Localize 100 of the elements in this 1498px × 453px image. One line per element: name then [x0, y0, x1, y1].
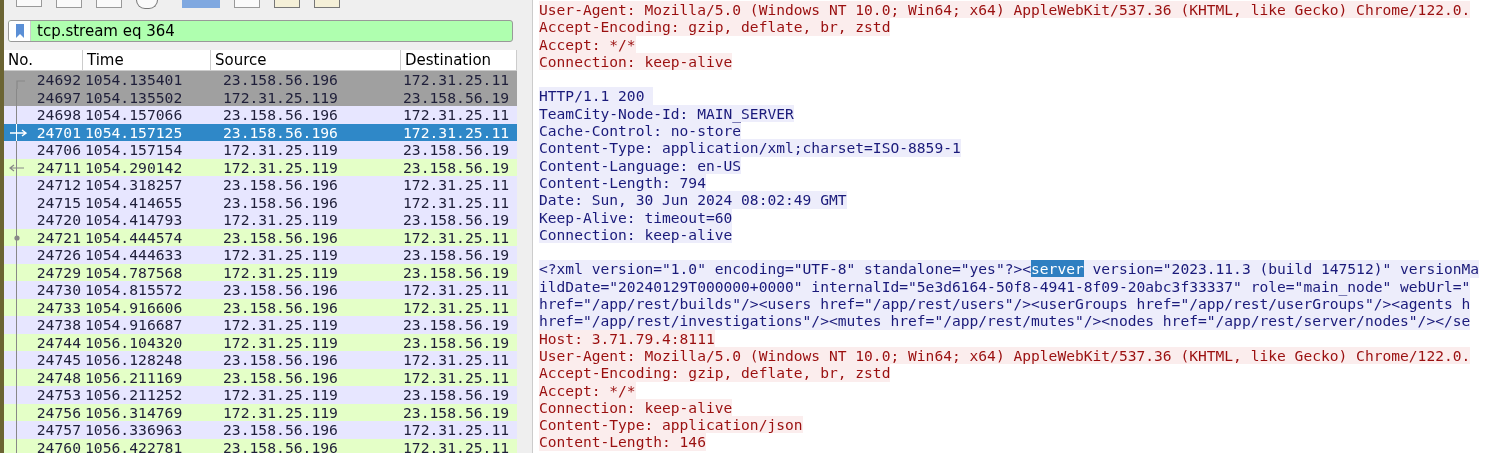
table-cell: 172.31.25.11 — [403, 71, 510, 88]
toolbar-icon[interactable] — [136, 0, 158, 9]
table-cell: 1054.290142 — [85, 158, 183, 176]
table-cell: 24738 — [36, 316, 81, 333]
table-cell: 1054.135502 — [85, 88, 183, 106]
table-cell: 24733 — [36, 298, 81, 316]
table-cell: 24744 — [36, 333, 81, 351]
splitter[interactable] — [517, 0, 533, 453]
table-cell: 23.158.56.19 — [403, 158, 510, 176]
table-cell: 172.31.25.11 — [403, 421, 510, 438]
table-cell: 172.31.25.11 — [403, 281, 510, 298]
toolbar-icon[interactable] — [56, 0, 82, 8]
packet-row[interactable]: 24698 1054.157066 23.158.56.196 172.31.25.11 — [4, 106, 517, 124]
table-cell: 24748 — [36, 368, 81, 386]
table-cell: 172.31.25.11 — [403, 228, 510, 246]
table-cell: 24760 — [36, 438, 81, 453]
table-cell: 1054.157154 — [85, 141, 183, 158]
column-header[interactable]: Time — [83, 50, 211, 70]
table-cell: 24692 — [36, 71, 81, 88]
table-cell: 23.158.56.196 — [223, 281, 338, 298]
table-cell: 24712 — [36, 176, 81, 193]
table-cell: 23.158.56.19 — [403, 386, 510, 403]
table-cell: 1054.414655 — [85, 193, 183, 211]
table-cell: 24720 — [36, 211, 81, 228]
table-cell: 1054.815572 — [85, 281, 183, 298]
table-cell: 24726 — [36, 246, 81, 263]
table-cell: 1054.444633 — [85, 246, 183, 263]
table-cell: 23.158.56.19 — [403, 403, 510, 421]
table-cell: 24706 — [36, 141, 81, 158]
table-cell: 1054.318257 — [85, 176, 183, 193]
table-cell: 172.31.25.119 — [223, 316, 338, 333]
table-cell: 1056.336963 — [85, 421, 183, 438]
packet-row[interactable]: 24692 1054.135401 23.158.56.196 172.31.25.11 — [4, 71, 517, 89]
table-cell: 23.158.56.19 — [403, 263, 510, 281]
packet-row[interactable]: 24738 1054.916687 172.31.25.119 23.158.56.19 — [4, 316, 517, 334]
table-cell: 1056.128248 — [85, 351, 183, 368]
table-cell: 172.31.25.119 — [223, 88, 338, 106]
table-cell: 1056.422781 — [85, 438, 183, 453]
table-cell: 23.158.56.196 — [223, 176, 338, 193]
table-cell: 1056.211169 — [85, 368, 183, 386]
table-cell: 24697 — [36, 88, 81, 106]
table-cell: 23.158.56.196 — [223, 123, 338, 141]
table-cell: 172.31.25.119 — [223, 386, 338, 403]
packet-row[interactable]: 24720 1054.414793 172.31.25.119 23.158.56.19 — [4, 211, 517, 229]
table-cell: 1054.157125 — [85, 123, 183, 141]
filter-field[interactable]: tcp.stream eq 364 — [8, 20, 513, 42]
table-cell: 24721 — [36, 228, 81, 246]
toolbar-icon[interactable] — [96, 0, 122, 8]
packet-row[interactable]: 24730 1054.815572 23.158.56.196 172.31.25.11 — [4, 281, 517, 299]
bookmark-icon[interactable] — [15, 24, 24, 38]
table-cell: 172.31.25.119 — [223, 403, 338, 421]
table-cell: 1054.916606 — [85, 298, 183, 316]
table-cell: 1056.314769 — [85, 403, 183, 421]
packet-row[interactable]: 24745 1056.128248 23.158.56.196 172.31.25.11 — [4, 351, 517, 369]
column-header[interactable]: Source — [211, 50, 401, 70]
table-cell: 1056.211252 — [85, 386, 183, 403]
packet-row[interactable]: 24726 1054.444633 172.31.25.119 23.158.56.19 — [4, 246, 517, 264]
table-cell: 172.31.25.119 — [223, 263, 338, 281]
table-cell: 172.31.25.11 — [403, 176, 510, 193]
table-cell: 1054.414793 — [85, 211, 183, 228]
table-cell: 172.31.25.11 — [403, 368, 510, 386]
table-cell: 23.158.56.196 — [223, 193, 338, 211]
table-cell: 24745 — [36, 351, 81, 368]
packet-row[interactable]: 24753 1056.211252 172.31.25.119 23.158.56.19 — [4, 386, 517, 404]
packet-row[interactable]: 24712 1054.318257 23.158.56.196 172.31.25.11 — [4, 176, 517, 194]
table-cell: 1054.787568 — [85, 263, 183, 281]
toolbar-icon[interactable] — [314, 0, 340, 8]
table-cell: 24729 — [36, 263, 81, 281]
table-cell: 23.158.56.196 — [223, 368, 338, 386]
table-cell: 23.158.56.196 — [223, 298, 338, 316]
table-cell: 24711 — [36, 158, 81, 176]
table-cell: 23.158.56.196 — [223, 71, 338, 88]
table-cell: 23.158.56.19 — [403, 211, 510, 228]
table-cell: 24715 — [36, 193, 81, 211]
toolbar-icon[interactable] — [274, 0, 300, 8]
table-cell: 172.31.25.11 — [403, 193, 510, 211]
toolbar-icon[interactable] — [16, 0, 42, 7]
column-header[interactable]: No. — [4, 50, 83, 70]
table-cell: 23.158.56.19 — [403, 333, 510, 351]
table-cell: 172.31.25.119 — [223, 211, 338, 228]
table-cell: 24757 — [36, 421, 81, 438]
toolbar-icon[interactable] — [234, 0, 260, 8]
table-cell: 23.158.56.196 — [223, 438, 338, 453]
table-cell: 1056.104320 — [85, 333, 183, 351]
table-cell: 172.31.25.119 — [223, 141, 338, 158]
packet-row[interactable]: 24757 1056.336963 23.158.56.196 172.31.25.11 — [4, 421, 517, 439]
table-cell: 23.158.56.196 — [223, 421, 338, 438]
table-cell: 172.31.25.11 — [403, 351, 510, 368]
table-cell: 23.158.56.196 — [223, 106, 338, 123]
table-cell: 1054.444574 — [85, 228, 183, 246]
table-cell: 23.158.56.196 — [223, 351, 338, 368]
table-cell: 23.158.56.19 — [403, 141, 510, 158]
table-cell: 24698 — [36, 106, 81, 123]
table-cell: 172.31.25.11 — [403, 123, 510, 141]
packet-row[interactable]: 24706 1054.157154 172.31.25.119 23.158.56.19 — [4, 141, 517, 159]
table-cell: 24730 — [36, 281, 81, 298]
table-cell: 23.158.56.19 — [403, 246, 510, 263]
table-cell: 23.158.56.19 — [403, 316, 510, 333]
table-cell: 24701 — [36, 123, 81, 141]
table-cell: 172.31.25.11 — [403, 106, 510, 123]
